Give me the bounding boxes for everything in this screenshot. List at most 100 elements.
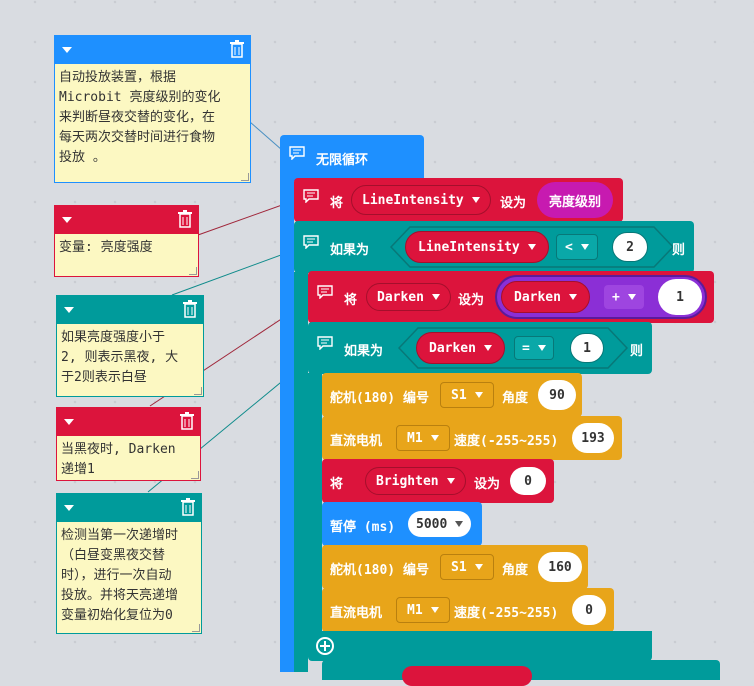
- comment-icon[interactable]: [317, 285, 333, 299]
- then-label: 则: [672, 243, 686, 258]
- set-label: 将: [330, 196, 344, 211]
- speed-label: 速度(-255~255): [454, 434, 559, 449]
- servo-block-1[interactable]: 舵机(180) 编号 S1 角度 90: [322, 373, 582, 417]
- comment-note-3[interactable]: 如果亮度强度小于 2, 则表示黑夜, 大 于2则表示白昼: [56, 295, 204, 397]
- value-input[interactable]: 0: [510, 467, 546, 495]
- variable-name: Darken: [429, 340, 476, 356]
- port-value: S1: [451, 387, 467, 403]
- variable-reporter[interactable]: [402, 666, 532, 686]
- collapse-icon[interactable]: [64, 307, 74, 313]
- trash-icon[interactable]: [183, 300, 197, 318]
- comment-note-4[interactable]: 当黑夜时, Darken 递增1: [56, 407, 201, 481]
- chevron-down-icon: [527, 244, 536, 250]
- note-header[interactable]: [57, 408, 200, 436]
- trash-icon[interactable]: [230, 40, 244, 58]
- note-text[interactable]: 当黑夜时, Darken 递增1: [57, 436, 200, 480]
- collapse-icon[interactable]: [64, 505, 74, 511]
- comment-icon[interactable]: [303, 235, 319, 249]
- variable-reporter[interactable]: LineIntensity: [405, 231, 549, 263]
- port-value: S1: [451, 559, 467, 575]
- add-else-icon[interactable]: [316, 637, 334, 655]
- chevron-down-icon: [430, 607, 439, 613]
- variable-reporter[interactable]: Darken: [416, 332, 505, 364]
- pause-block[interactable]: 暂停 (ms) 5000: [322, 502, 482, 546]
- chevron-down-icon: [580, 244, 589, 250]
- if-block-2[interactable]: 如果为 Darken = 1 则: [308, 322, 652, 374]
- angle-value: 90: [549, 387, 565, 403]
- operator-dropdown[interactable]: +: [604, 285, 644, 309]
- note-text[interactable]: 如果亮度强度小于 2, 则表示黑夜, 大 于2则表示白昼: [57, 324, 203, 396]
- if-block-1-arm: [294, 272, 308, 672]
- number-input[interactable]: 2: [612, 232, 648, 262]
- variable-dropdown[interactable]: Darken: [366, 283, 451, 311]
- pause-value: 5000: [416, 516, 448, 532]
- variable-name: LineIntensity: [362, 192, 464, 208]
- servo-port-dropdown[interactable]: S1: [440, 554, 494, 580]
- resize-handle[interactable]: [191, 471, 199, 479]
- servo-label: 舵机(180) 编号: [330, 563, 429, 578]
- collapse-icon[interactable]: [64, 419, 74, 425]
- if-block-2-footer: [308, 631, 652, 661]
- collapse-icon[interactable]: [62, 47, 72, 53]
- comment-icon[interactable]: [303, 189, 319, 203]
- comment-icon[interactable]: [317, 336, 333, 350]
- note-text[interactable]: 变量: 亮度强度: [55, 234, 198, 276]
- set-brighten-block[interactable]: 将 Brighten 设为 0: [322, 459, 554, 503]
- operator-dropdown[interactable]: <: [556, 234, 598, 260]
- chevron-down-icon: [446, 478, 455, 484]
- chevron-down-icon: [430, 435, 439, 441]
- resize-handle[interactable]: [189, 267, 197, 275]
- angle-label: 角度: [502, 563, 529, 578]
- resize-handle[interactable]: [192, 624, 200, 632]
- comment-note-5[interactable]: 检测当第一次递增时 （白昼变黑夜交替 时），进行一次自动 投放。并将天亮递增 变…: [56, 493, 202, 634]
- if-block-1[interactable]: 如果为 LineIntensity < 2 则: [294, 221, 694, 273]
- number-input[interactable]: 1: [658, 279, 702, 315]
- comment-note-2[interactable]: 变量: 亮度强度: [54, 205, 199, 277]
- speed-input[interactable]: 193: [572, 423, 614, 453]
- set-lineintensity-block[interactable]: 将 LineIntensity 设为 亮度级别: [294, 178, 623, 222]
- servo-port-dropdown[interactable]: S1: [440, 382, 494, 408]
- note-text[interactable]: 检测当第一次递增时 （白昼变黑夜交替 时），进行一次自动 投放。并将天亮递增 变…: [57, 522, 201, 633]
- note-header[interactable]: [57, 296, 203, 324]
- number-value: 2: [626, 239, 634, 255]
- trash-icon[interactable]: [180, 412, 194, 430]
- operator: +: [612, 289, 620, 305]
- set-darken-block[interactable]: 将 Darken 设为 Darken + 1: [308, 271, 714, 323]
- variable-reporter[interactable]: Darken: [501, 281, 590, 313]
- operator-dropdown[interactable]: =: [514, 336, 554, 360]
- speed-value: 0: [585, 602, 593, 618]
- pause-duration-dropdown[interactable]: 5000: [408, 511, 472, 537]
- operator: =: [522, 340, 530, 356]
- motor-block-1[interactable]: 直流电机 M1 速度(-255~255) 193: [322, 416, 622, 460]
- speed-label: 速度(-255~255): [454, 606, 559, 621]
- note-header[interactable]: [57, 494, 201, 522]
- motor-port-dropdown[interactable]: M1: [396, 425, 450, 451]
- note-header[interactable]: [55, 206, 198, 234]
- variable-dropdown[interactable]: Brighten: [365, 467, 466, 495]
- resize-handle[interactable]: [241, 173, 249, 181]
- trash-icon[interactable]: [178, 210, 192, 228]
- variable-name: Darken: [514, 289, 561, 305]
- port-value: M1: [407, 430, 423, 446]
- servo-block-2[interactable]: 舵机(180) 编号 S1 角度 160: [322, 545, 588, 589]
- number-input[interactable]: 1: [570, 333, 604, 363]
- angle-input[interactable]: 90: [538, 380, 576, 410]
- speed-input[interactable]: 0: [572, 595, 606, 625]
- variable-dropdown[interactable]: LineIntensity: [351, 185, 491, 215]
- collapse-icon[interactable]: [62, 217, 72, 223]
- motor-block-2[interactable]: 直流电机 M1 速度(-255~255) 0: [322, 588, 614, 632]
- comment-icon[interactable]: [289, 146, 305, 160]
- light-level-reporter[interactable]: 亮度级别: [537, 182, 614, 218]
- note-text[interactable]: 自动投放装置，根据 Microbit 亮度级别的变化 来判断昼夜交替的变化，在 …: [55, 64, 250, 182]
- trash-icon[interactable]: [181, 498, 195, 516]
- chevron-down-icon: [537, 345, 546, 351]
- forever-loop-block[interactable]: 无限循环: [280, 135, 424, 181]
- comment-note-1[interactable]: 自动投放装置，根据 Microbit 亮度级别的变化 来判断昼夜交替的变化，在 …: [54, 35, 251, 183]
- next-if-block[interactable]: [322, 660, 720, 686]
- resize-handle[interactable]: [194, 387, 202, 395]
- angle-input[interactable]: 160: [538, 552, 582, 582]
- forever-label: 无限循环: [316, 153, 369, 168]
- note-header[interactable]: [55, 36, 250, 64]
- operator: <: [565, 239, 573, 255]
- motor-port-dropdown[interactable]: M1: [396, 597, 450, 623]
